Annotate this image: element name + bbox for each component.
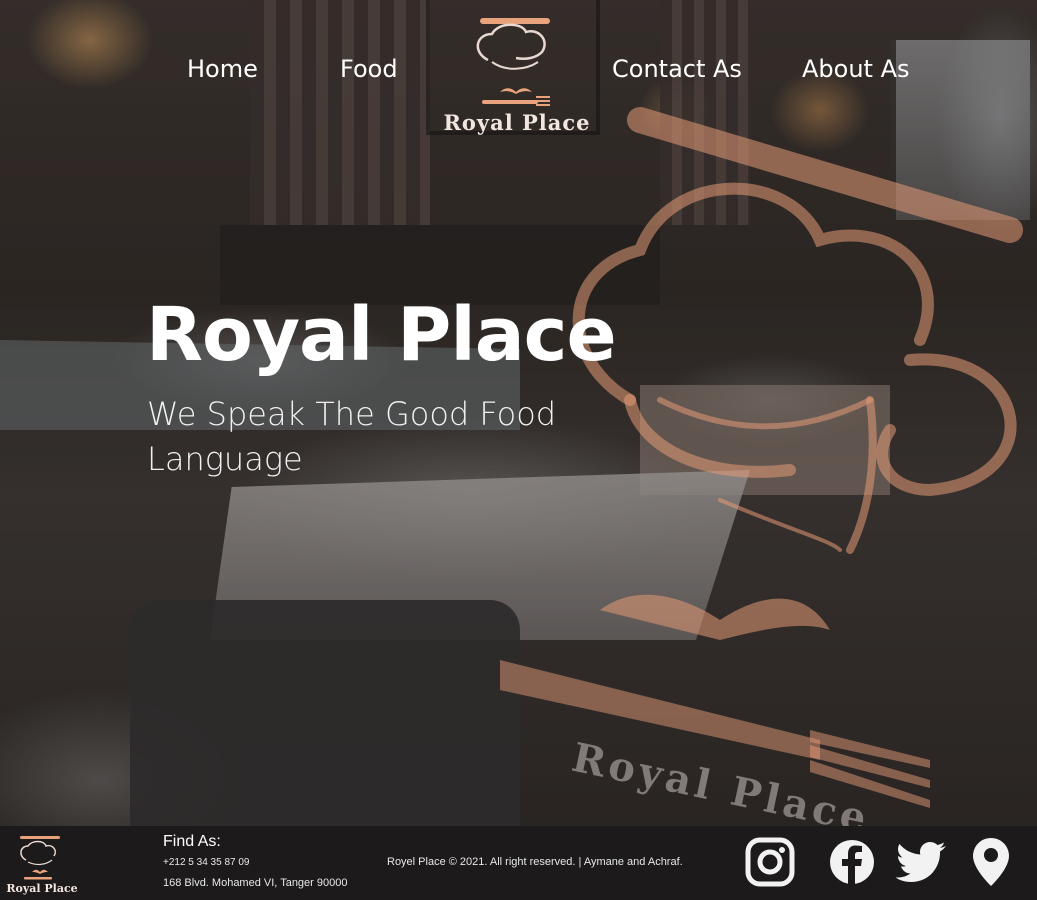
chef-hat-icon bbox=[20, 836, 60, 880]
phone-number[interactable]: +212 5 34 35 87 09 bbox=[163, 857, 249, 868]
instagram-icon[interactable] bbox=[742, 834, 798, 890]
footer: Royal Place Find As: +212 5 34 35 87 09 … bbox=[0, 826, 1037, 900]
copyright-text: Royel Place © 2021. All right reserved. … bbox=[387, 856, 683, 868]
nav-link-food[interactable]: Food bbox=[340, 55, 398, 83]
facebook-icon[interactable] bbox=[824, 834, 880, 890]
twitter-icon[interactable] bbox=[894, 834, 950, 890]
location-pin-icon[interactable] bbox=[963, 834, 1019, 890]
nav-link-about[interactable]: About As bbox=[802, 55, 910, 83]
chef-hat-icon bbox=[476, 18, 550, 106]
nav-link-contact[interactable]: Contact As bbox=[612, 55, 742, 83]
hero-title: Royal Place bbox=[146, 292, 617, 378]
nav-logo-text: Royal Place bbox=[443, 110, 591, 135]
address: 168 Blvd. Mohamed VI, Tanger 90000 bbox=[163, 877, 348, 889]
nav-logo[interactable]: Royal Place bbox=[426, 0, 600, 135]
footer-logo[interactable]: Royal Place bbox=[4, 832, 78, 898]
find-us-title: Find As: bbox=[163, 833, 221, 850]
hero-tagline: We Speak The Good Food Language bbox=[147, 395, 557, 478]
footer-logo-text: Royal Place bbox=[6, 882, 78, 895]
nav-link-home[interactable]: Home bbox=[187, 55, 258, 83]
